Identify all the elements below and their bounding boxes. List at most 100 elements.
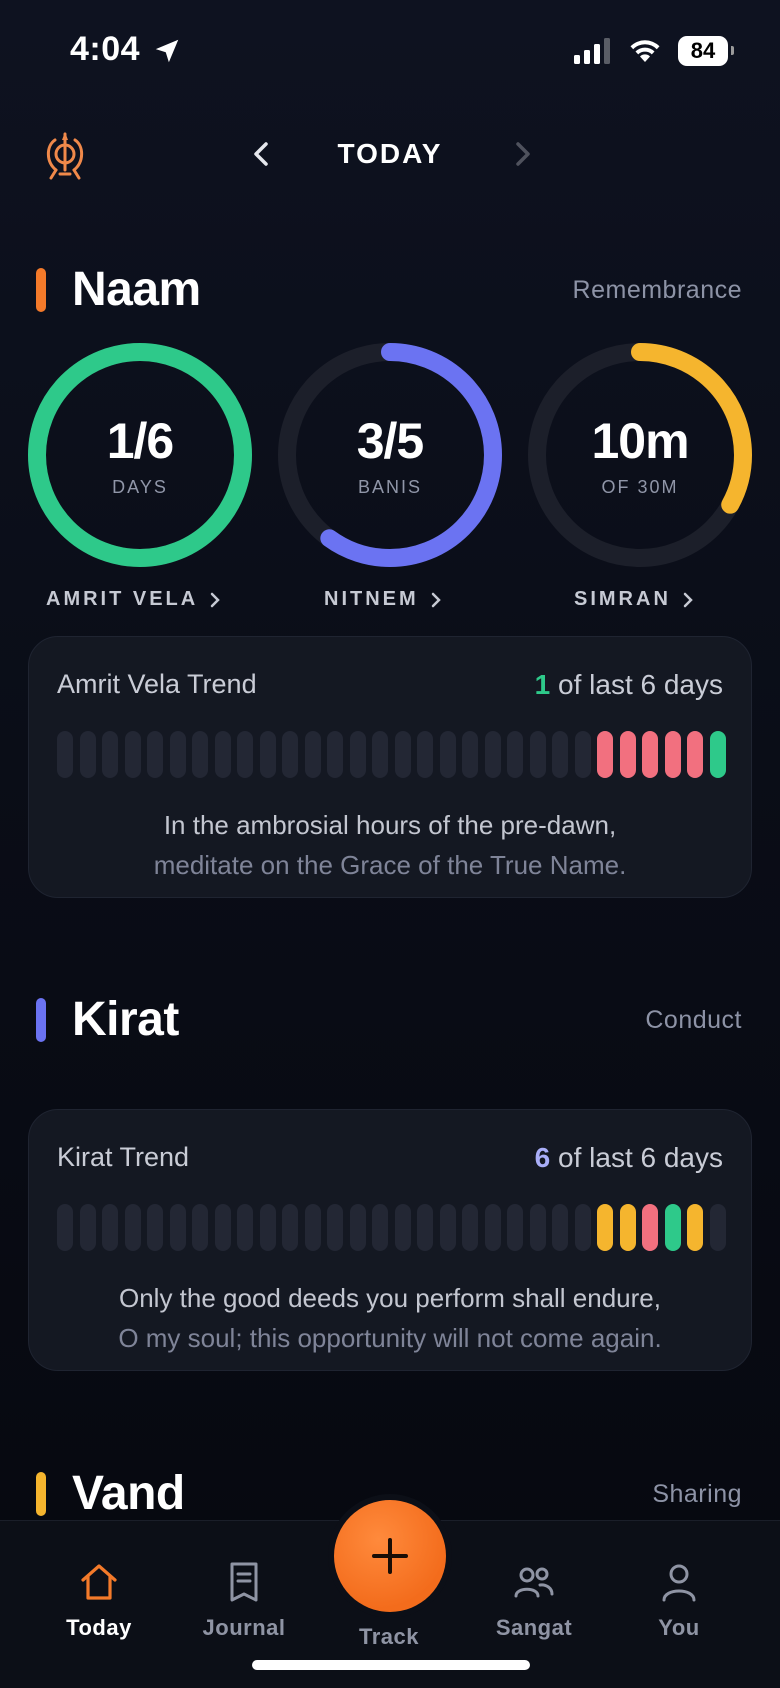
trend-bar-empty	[102, 731, 118, 778]
simran-unit: OF 30M	[601, 477, 679, 497]
trend-bar-empty	[304, 731, 321, 778]
status-indicators: 84	[574, 36, 734, 66]
kirat-section-title: Kirat	[72, 993, 179, 1046]
simran-value: 10m	[591, 413, 689, 469]
trend-bar-red	[664, 731, 681, 778]
kirat-trend-count-number: 6	[534, 1142, 551, 1173]
simran-ring[interactable]: 10m OF 30M	[525, 340, 755, 570]
trend-bar-empty	[484, 731, 501, 778]
kirat-section-subtitle: Conduct	[645, 1006, 742, 1034]
trend-bar-empty	[552, 731, 568, 778]
trend-bar-green	[709, 731, 726, 778]
kirat-trend-bars	[57, 1204, 726, 1251]
trend-bar-empty	[439, 731, 456, 778]
kirat-quote-line1: Only the good deeds you perform shall en…	[118, 1283, 661, 1313]
trend-bar-empty	[57, 731, 73, 778]
nitnem-value: 3/5	[356, 413, 425, 469]
trend-bar-empty	[574, 1204, 591, 1251]
trend-bar-yellow	[687, 1204, 703, 1251]
trend-bar-empty	[507, 1204, 523, 1251]
signal-icon	[574, 38, 610, 64]
trend-bar-red	[597, 731, 613, 778]
trend-bar-red	[642, 1204, 658, 1251]
amrit-vela-link[interactable]: AMRIT VELA	[46, 588, 222, 611]
kirat-quote: Only the good deeds you perform shall en…	[29, 1278, 751, 1358]
chevron-right-icon	[210, 592, 220, 607]
trend-bar-empty	[327, 731, 343, 778]
nitnem-link[interactable]: NITNEM	[324, 588, 443, 611]
vand-section-title: Vand	[72, 1467, 185, 1520]
amrit-vela-trend-bars	[57, 731, 726, 778]
kirat-trend-title: Kirat Trend	[57, 1142, 190, 1172]
amrit-vela-trend-count-number: 1	[534, 669, 551, 700]
trend-bar-empty	[147, 731, 163, 778]
tab-track[interactable]: Track	[329, 1618, 449, 1650]
trend-bar-empty	[574, 731, 591, 778]
trend-bar-empty	[282, 1204, 298, 1251]
amrit-vela-trend-count-suffix: of last 6 days	[558, 669, 723, 700]
trend-bar-empty	[462, 731, 478, 778]
kirat-quote-line2: O my soul; this opportunity will not com…	[118, 1323, 662, 1353]
chevron-right-icon	[683, 592, 693, 607]
tab-you[interactable]: You	[619, 1560, 739, 1641]
trend-bar-empty	[124, 731, 141, 778]
trend-bar-empty	[327, 1204, 343, 1251]
home-indicator	[252, 1660, 530, 1670]
trend-bar-empty	[57, 1204, 73, 1251]
page-title: TODAY	[337, 138, 443, 169]
trend-bar-red	[642, 731, 658, 778]
trend-bar-empty	[237, 1204, 253, 1251]
amrit-vela-quote-line1: In the ambrosial hours of the pre-dawn,	[163, 810, 617, 840]
trend-bar-empty	[259, 731, 276, 778]
simran-label: SIMRAN	[574, 588, 671, 610]
trend-bar-empty	[372, 1204, 388, 1251]
tab-journal-label: Journal	[202, 1615, 286, 1640]
nitnem-label: NITNEM	[324, 588, 419, 610]
kirat-trend-card[interactable]: Kirat Trend 6 of last 6 days Only the go…	[28, 1109, 752, 1371]
battery-indicator: 84	[678, 36, 734, 66]
trend-bar-empty	[394, 1204, 411, 1251]
trend-bar-empty	[484, 1204, 501, 1251]
tab-today[interactable]: Today	[39, 1560, 159, 1641]
trend-bar-empty	[507, 731, 523, 778]
kirat-trend-count: 6 of last 6 days	[535, 1142, 723, 1174]
trend-bar-empty	[79, 731, 96, 778]
amrit-vela-quote-line2: meditate on the Grace of the True Name.	[153, 850, 627, 880]
trend-bar-empty	[462, 1204, 478, 1251]
simran-link[interactable]: SIMRAN	[574, 588, 695, 611]
amrit-vela-trend-title: Amrit Vela Trend	[57, 669, 257, 699]
people-icon	[514, 1567, 554, 1598]
tab-journal[interactable]: Journal	[184, 1560, 304, 1641]
trend-bar-red	[687, 731, 703, 778]
trend-bar-empty	[282, 731, 298, 778]
trend-bar-empty	[79, 1204, 96, 1251]
trend-bar-empty	[169, 1204, 186, 1251]
trend-bar-empty	[349, 1204, 366, 1251]
naam-section-subtitle: Remembrance	[572, 276, 742, 304]
tab-track-label: Track	[359, 1624, 419, 1649]
trend-bar-empty	[169, 731, 186, 778]
location-arrow-icon	[155, 39, 179, 63]
trend-bar-empty	[417, 731, 433, 778]
trend-bar-green	[664, 1204, 681, 1251]
trend-bar-empty	[417, 1204, 433, 1251]
tab-today-label: Today	[66, 1615, 132, 1640]
trend-bar-empty	[372, 731, 388, 778]
trend-bar-yellow	[619, 1204, 636, 1251]
vand-section-subtitle: Sharing	[652, 1480, 742, 1508]
kirat-accent-bar	[36, 998, 46, 1042]
nitnem-ring[interactable]: 3/5 BANIS	[275, 340, 505, 570]
trend-bar-empty	[192, 1204, 208, 1251]
plus-icon	[372, 1538, 408, 1574]
trend-bar-empty	[349, 731, 366, 778]
amrit-vela-trend-card[interactable]: Amrit Vela Trend 1 of last 6 days In the…	[28, 636, 752, 898]
nitnem-unit: BANIS	[357, 477, 423, 497]
amrit-vela-quote: In the ambrosial hours of the pre-dawn, …	[29, 805, 751, 885]
amrit-vela-value: 1/6	[106, 413, 175, 469]
vand-accent-bar	[36, 1472, 46, 1516]
amrit-vela-label: AMRIT VELA	[46, 588, 199, 610]
amrit-vela-ring[interactable]: 1/6 DAYS	[25, 340, 255, 570]
tab-sangat[interactable]: Sangat	[474, 1560, 594, 1641]
next-day-chevron-icon[interactable]	[508, 138, 536, 170]
track-fab-button[interactable]	[334, 1500, 446, 1612]
